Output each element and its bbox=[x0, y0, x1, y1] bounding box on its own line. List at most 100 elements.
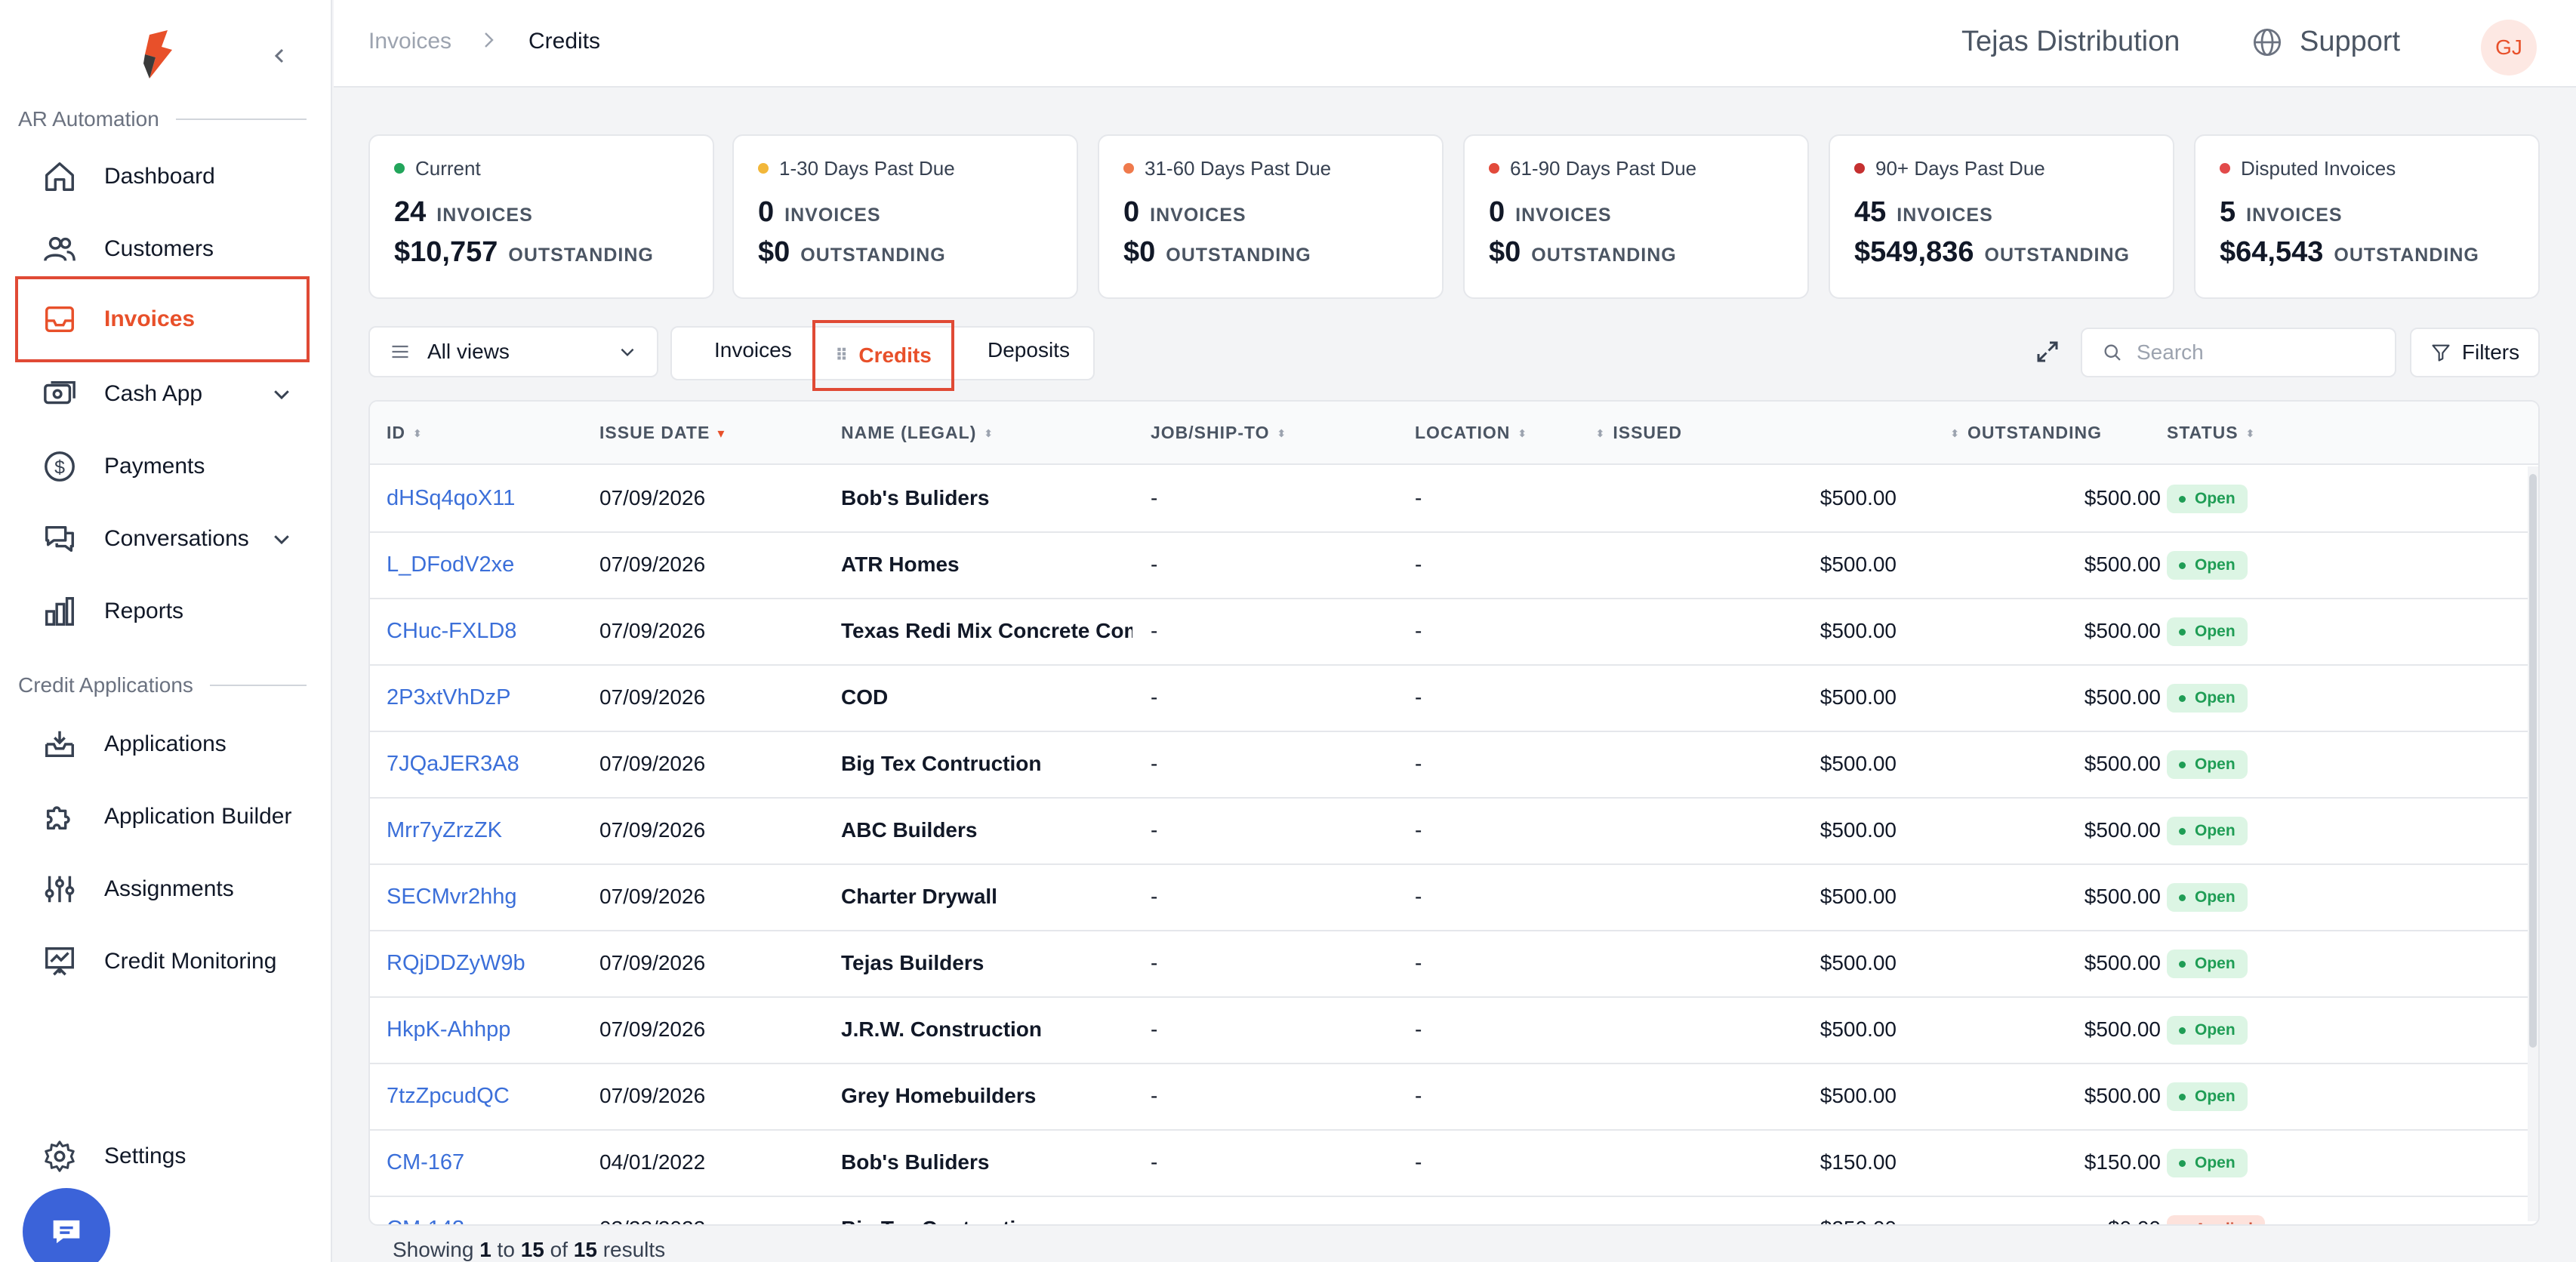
row-id-link[interactable]: HkpK-Ahhpp bbox=[387, 1017, 510, 1042]
filters-button[interactable]: Filters bbox=[2410, 328, 2540, 377]
row-id-link[interactable]: dHSq4qoX11 bbox=[387, 486, 515, 511]
table-row[interactable]: 2P3xtVhDzP 07/09/2026 COD - - $500.00 $500.00 O… bbox=[370, 666, 2528, 732]
row-id-link[interactable]: 7tzZpcudQC bbox=[387, 1084, 510, 1109]
sidebar-item-reports[interactable]: Reports bbox=[18, 575, 307, 648]
card-invoices: 45 INVOICES bbox=[1854, 196, 1993, 228]
column-header-name[interactable]: NAME (LEGAL) ⬍ bbox=[841, 423, 994, 443]
row-id-link[interactable]: L_DFodV2xe bbox=[387, 553, 514, 577]
table-row[interactable]: dHSq4qoX11 07/09/2026 Bob's Buliders - - $500… bbox=[370, 466, 2528, 533]
breadcrumb-invoices[interactable]: Invoices bbox=[368, 29, 451, 54]
table-row[interactable]: SECMvr2hhg 07/09/2026 Charter Drywall - - $50… bbox=[370, 865, 2528, 931]
chevron-down-icon bbox=[621, 348, 634, 357]
column-header-outstanding[interactable]: ⬍ OUTSTANDING bbox=[1950, 423, 2102, 443]
column-header-issued[interactable]: ⬍ ISSUED bbox=[1596, 423, 1682, 443]
row-id-link[interactable]: CHuc-FXLD8 bbox=[387, 619, 516, 644]
row-location: - bbox=[1415, 818, 1422, 842]
expand-icon bbox=[2037, 341, 2058, 362]
scrollbar-thumb[interactable] bbox=[2529, 474, 2537, 1048]
status-dot-icon bbox=[394, 163, 405, 174]
expand-button[interactable] bbox=[2034, 338, 2061, 365]
row-id-link[interactable]: SECMvr2hhg bbox=[387, 885, 516, 910]
row-issue-date: 07/09/2026 bbox=[599, 951, 706, 974]
section-label-ar-automation: AR Automation bbox=[18, 104, 307, 134]
aging-card[interactable]: Current 24 INVOICES $10,757 OUTSTANDING bbox=[368, 134, 714, 299]
row-customer-name: Grey Homebuilders bbox=[841, 1084, 1037, 1107]
aging-card[interactable]: Disputed Invoices 5 INVOICES $64,543 OUTSTAN… bbox=[2194, 134, 2540, 299]
chevron-left-icon bbox=[274, 48, 284, 63]
row-issue-date: 07/09/2026 bbox=[599, 619, 706, 642]
row-id-link[interactable]: CM-167 bbox=[387, 1150, 464, 1175]
status-badge: Open bbox=[2167, 617, 2248, 646]
aging-card[interactable]: 90+ Days Past Due 45 INVOICES $549,836 OUTST… bbox=[1829, 134, 2174, 299]
sidebar-item-conversations[interactable]: Conversations bbox=[18, 503, 307, 575]
sidebar: AR Automation Dashboard Customers Invoic… bbox=[0, 0, 332, 1262]
column-header-location[interactable]: LOCATION ⬍ bbox=[1415, 423, 1527, 443]
status-dot-icon bbox=[1123, 163, 1134, 174]
aging-card[interactable]: 1-30 Days Past Due 0 INVOICES $0 OUTSTANDING bbox=[732, 134, 1078, 299]
card-title: 90+ Days Past Due bbox=[1854, 152, 2149, 184]
sidebar-item-dashboard[interactable]: Dashboard bbox=[18, 140, 307, 213]
collapse-sidebar-button[interactable] bbox=[266, 42, 293, 69]
table-row[interactable]: HkpK-Ahhpp 07/09/2026 J.R.W. Construction -… bbox=[370, 998, 2528, 1064]
row-id-link[interactable]: CM-143 bbox=[387, 1217, 464, 1224]
sidebar-item-credit-monitoring[interactable]: Credit Monitoring bbox=[18, 925, 307, 998]
card-outstanding: $0 OUTSTANDING bbox=[1123, 236, 1311, 268]
row-location: - bbox=[1415, 885, 1422, 908]
sidebar-item-application-builder[interactable]: Application Builder bbox=[18, 780, 307, 853]
sidebar-item-customers[interactable]: Customers bbox=[18, 213, 307, 285]
table-row[interactable]: CM-167 04/01/2022 Bob's Buliders - - $150.00 $… bbox=[370, 1131, 2528, 1197]
column-header-issue-date[interactable]: ISSUE DATE ▾ bbox=[599, 423, 725, 443]
sort-icon: ⬍ bbox=[984, 426, 994, 439]
table-scrollbar[interactable] bbox=[2528, 466, 2538, 1221]
search-input[interactable] bbox=[2137, 340, 2378, 365]
table-row[interactable]: CHuc-FXLD8 07/09/2026 Texas Redi Mix Concr… bbox=[370, 599, 2528, 666]
table-row[interactable]: 7tzZpcudQC 07/09/2026 Grey Homebuilders - - $… bbox=[370, 1064, 2528, 1131]
tab-credits[interactable]: ⠿ Credits bbox=[812, 320, 954, 391]
status-badge: Open bbox=[2167, 551, 2248, 580]
table-row[interactable]: 7JQaJER3A8 07/09/2026 Big Tex Contruction -… bbox=[370, 732, 2528, 799]
filters-label: Filters bbox=[2461, 340, 2520, 364]
tab-invoices[interactable]: Invoices bbox=[714, 338, 792, 362]
avatar[interactable]: GJ bbox=[2481, 20, 2537, 75]
row-id-link[interactable]: 7JQaJER3A8 bbox=[387, 752, 519, 777]
row-id-link[interactable]: Mrr7yZrzZK bbox=[387, 818, 502, 843]
row-issue-date: 07/09/2026 bbox=[599, 486, 706, 509]
sidebar-item-payments[interactable]: $ Payments bbox=[18, 430, 307, 503]
sidebar-item-settings[interactable]: Settings bbox=[18, 1120, 307, 1193]
row-issued: $150.00 bbox=[1820, 1150, 1897, 1174]
table-row[interactable]: CM-143 03/28/2022 Big Tex Contruction - - $25… bbox=[370, 1197, 2528, 1224]
sidebar-item-label: Credit Monitoring bbox=[104, 949, 277, 974]
row-issued: $500.00 bbox=[1820, 818, 1897, 842]
sidebar-item-label: Cash App bbox=[104, 381, 203, 406]
table-row[interactable]: Mrr7yZrzZK 07/09/2026 ABC Builders - - $500.0… bbox=[370, 799, 2528, 865]
row-location: - bbox=[1415, 553, 1422, 576]
views-dropdown[interactable]: All views bbox=[368, 326, 658, 377]
status-dot-icon bbox=[2179, 894, 2186, 901]
tab-deposits[interactable]: Deposits bbox=[988, 338, 1070, 362]
row-customer-name: ABC Builders bbox=[841, 818, 978, 842]
table-row[interactable]: L_DFodV2xe 07/09/2026 ATR Homes - - $500.00 $5… bbox=[370, 533, 2528, 599]
sidebar-item-assignments[interactable]: Assignments bbox=[18, 853, 307, 925]
sidebar-item-applications[interactable]: Applications bbox=[18, 708, 307, 780]
sidebar-item-cash-app[interactable]: Cash App bbox=[18, 358, 307, 430]
sidebar-item-invoices[interactable]: Invoices bbox=[15, 276, 310, 362]
row-id-link[interactable]: 2P3xtVhDzP bbox=[387, 685, 510, 710]
column-header-status[interactable]: STATUS ⬍ bbox=[2167, 423, 2255, 443]
aging-card[interactable]: 31-60 Days Past Due 0 INVOICES $0 OUTSTANDIN… bbox=[1098, 134, 1444, 299]
status-dot-icon bbox=[2179, 761, 2186, 768]
column-header-job[interactable]: JOB/SHIP-TO ⬍ bbox=[1151, 423, 1286, 443]
row-customer-name: Charter Drywall bbox=[841, 885, 997, 908]
column-header-id[interactable]: ID ⬍ bbox=[387, 423, 423, 443]
row-job: - bbox=[1151, 619, 1158, 642]
company-name[interactable]: Tejas Distribution bbox=[1961, 26, 2180, 58]
aging-card[interactable]: 61-90 Days Past Due 0 INVOICES $0 OUTSTANDIN… bbox=[1463, 134, 1809, 299]
row-id-link[interactable]: RQjDDZyW9b bbox=[387, 951, 525, 976]
support-link[interactable]: Support bbox=[2251, 26, 2400, 58]
app-logo[interactable] bbox=[139, 30, 178, 78]
row-issue-date: 07/09/2026 bbox=[599, 685, 706, 709]
table-row[interactable]: RQjDDZyW9b 07/09/2026 Tejas Builders - - $500… bbox=[370, 931, 2528, 998]
sidebar-item-label: Reports bbox=[104, 599, 184, 623]
chevron-down-icon bbox=[274, 535, 289, 545]
status-dot-icon bbox=[1489, 163, 1499, 174]
row-outstanding: $500.00 bbox=[2084, 1084, 2161, 1107]
